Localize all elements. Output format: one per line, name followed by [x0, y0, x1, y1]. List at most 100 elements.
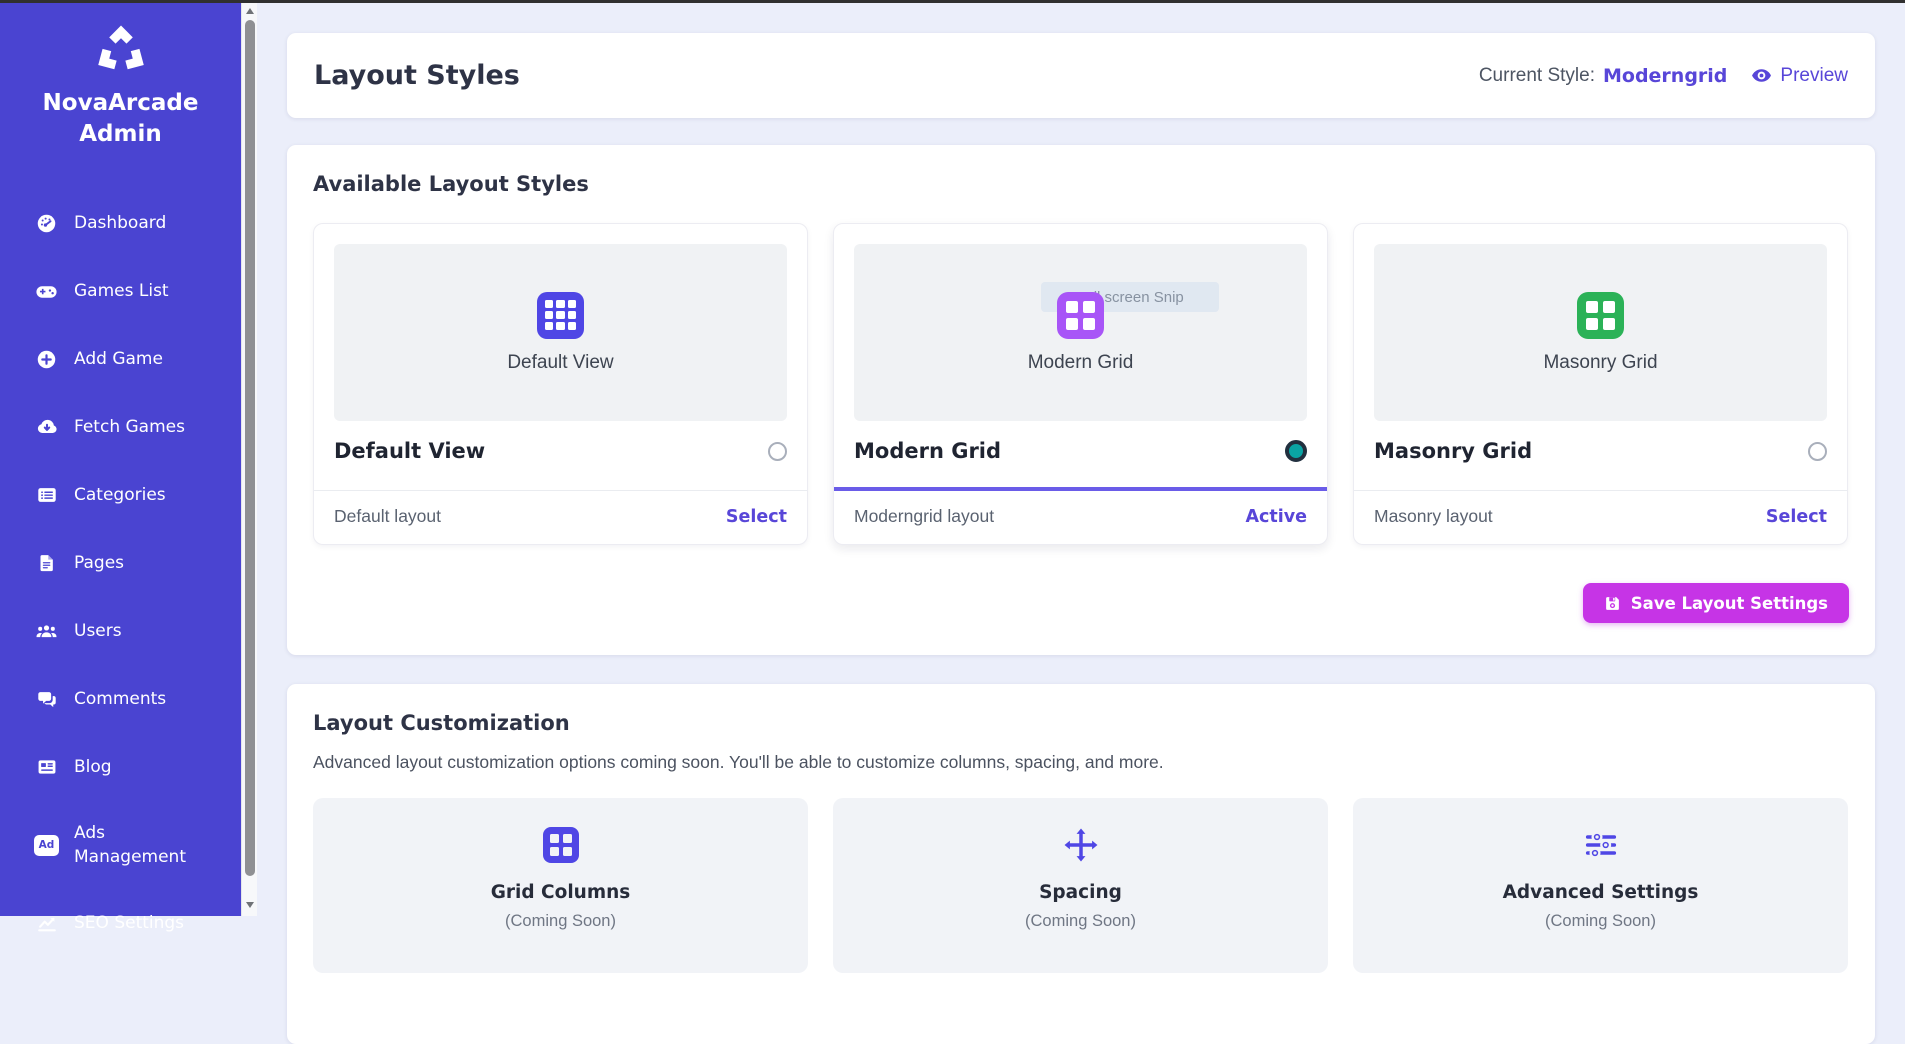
dashboard-icon: [34, 213, 59, 234]
layout-cards-row: Default View Default View Default layout…: [313, 223, 1849, 545]
layout-card-default-view[interactable]: Default View Default View Default layout…: [313, 223, 808, 545]
scrollbar-thumb[interactable]: [245, 20, 255, 876]
preview-label-text: Masonry Grid: [1543, 352, 1657, 374]
blog-newspaper-icon: [34, 756, 59, 778]
window-top-edge: [0, 0, 1905, 3]
comments-icon: [34, 688, 59, 710]
save-button-label: Save Layout Settings: [1631, 594, 1828, 613]
page-file-icon: [34, 553, 59, 573]
sidebar-item-seo-settings[interactable]: SEO Settings: [0, 889, 241, 957]
add-circle-icon: [34, 349, 59, 370]
sidebar-nav: Dashboard Games List Add Game Fetch Game…: [0, 189, 241, 957]
select-default-view-link[interactable]: Select: [726, 507, 787, 527]
ad-badge-text: Ad: [34, 835, 59, 856]
coming-card-spacing: Spacing (Coming Soon): [833, 798, 1328, 973]
sidebar-item-label: Categories: [74, 483, 166, 507]
category-list-icon: [34, 484, 59, 506]
sidebar-item-label: Dashboard: [74, 211, 166, 235]
sidebar-item-dashboard[interactable]: Dashboard: [0, 189, 241, 257]
coming-card-title: Grid Columns: [491, 882, 631, 903]
card-description: Default layout: [334, 506, 441, 527]
novaarcade-logo-icon: [90, 21, 152, 79]
sidebar-item-label: Blog: [74, 755, 112, 779]
current-style-value: Moderngrid: [1603, 65, 1727, 87]
sidebar-item-add-game[interactable]: Add Game: [0, 325, 241, 393]
sidebar-item-comments[interactable]: Comments: [0, 665, 241, 733]
card-title: Modern Grid: [854, 439, 1001, 463]
select-masonry-grid-link[interactable]: Select: [1766, 507, 1827, 527]
sidebar-scrollbar[interactable]: [241, 0, 257, 916]
sidebar-item-users[interactable]: Users: [0, 597, 241, 665]
ad-badge-icon: Ad: [34, 835, 59, 856]
sidebar-item-label: SEO Settings: [74, 911, 184, 935]
sidebar-item-fetch-games[interactable]: Fetch Games: [0, 393, 241, 461]
sidebar: NovaArcade Admin Dashboard Games List Ad…: [0, 0, 241, 916]
sidebar-item-games-list[interactable]: Games List: [0, 257, 241, 325]
card-title: Masonry Grid: [1374, 439, 1532, 463]
page-title: Layout Styles: [314, 60, 520, 91]
section-title: Available Layout Styles: [313, 172, 1849, 196]
preview-label: Preview: [1780, 65, 1848, 87]
coming-card-advanced-settings: Advanced Settings (Coming Soon): [1353, 798, 1848, 973]
preview-label-text: Default View: [507, 352, 613, 374]
down-triangle-icon: [246, 902, 254, 908]
grid-2x2-icon: [543, 825, 579, 865]
coming-soon-row: Grid Columns (Coming Soon) Spacing (Comi…: [313, 798, 1849, 973]
layout-card-masonry-grid[interactable]: Masonry Grid Masonry Grid Masonry layout…: [1353, 223, 1848, 545]
gamepad-icon: [34, 280, 59, 303]
grid-2x2-icon: [1577, 292, 1624, 339]
save-layout-settings-button[interactable]: Save Layout Settings: [1583, 583, 1849, 623]
card-footer: Masonry layout Select: [1354, 490, 1847, 544]
radio-masonry-grid[interactable]: [1808, 442, 1827, 461]
radio-modern-grid-checked[interactable]: [1285, 440, 1307, 462]
grid-3x3-icon: [537, 292, 584, 339]
users-icon: [34, 620, 59, 643]
sliders-icon: [1581, 825, 1621, 865]
coming-soon-badge: (Coming Soon): [1545, 912, 1656, 931]
coming-card-title: Advanced Settings: [1503, 882, 1699, 903]
sidebar-item-label: Games List: [74, 279, 169, 303]
customization-description: Advanced layout customization options co…: [313, 752, 1849, 773]
app-title: NovaArcade Admin: [0, 88, 241, 150]
seo-chart-icon: [34, 912, 59, 934]
available-styles-section: Available Layout Styles Default View Def…: [287, 145, 1875, 655]
sidebar-item-categories[interactable]: Categories: [0, 461, 241, 529]
eye-icon: [1751, 65, 1772, 86]
sidebar-item-pages[interactable]: Pages: [0, 529, 241, 597]
card-description: Masonry layout: [1374, 506, 1493, 527]
cloud-download-icon: [34, 416, 59, 438]
card-footer: Default layout Select: [314, 490, 807, 544]
move-arrows-icon: [1062, 825, 1100, 865]
active-modern-grid-label[interactable]: Active: [1245, 507, 1307, 527]
sidebar-item-ads-management[interactable]: Ad Ads Management: [0, 801, 241, 889]
current-style-label: Current Style:: [1479, 65, 1595, 87]
coming-soon-badge: (Coming Soon): [505, 912, 616, 931]
scrollbar-down-arrow[interactable]: [242, 898, 258, 912]
card-description: Moderngrid layout: [854, 506, 994, 527]
coming-soon-badge: (Coming Soon): [1025, 912, 1136, 931]
page-header: Layout Styles Current Style: Moderngrid …: [287, 33, 1875, 118]
sidebar-item-blog[interactable]: Blog: [0, 733, 241, 801]
radio-default-view[interactable]: [768, 442, 787, 461]
up-triangle-icon: [246, 8, 254, 14]
layout-card-modern-grid[interactable]: Full screen Snip Modern Grid Modern Grid…: [833, 223, 1328, 545]
scrollbar-up-arrow[interactable]: [242, 4, 258, 18]
grid-2x2-icon: [1057, 292, 1104, 339]
section-title: Layout Customization: [313, 711, 1849, 735]
header-right: Current Style: Moderngrid Preview: [1479, 65, 1848, 87]
preview-button[interactable]: Preview: [1751, 65, 1848, 87]
layout-customization-section: Layout Customization Advanced layout cus…: [287, 684, 1875, 1044]
card-title: Default View: [334, 439, 485, 463]
coming-card-title: Spacing: [1039, 882, 1122, 903]
layout-preview-modern: Full screen Snip Modern Grid: [854, 244, 1307, 421]
sidebar-item-label: Pages: [74, 551, 124, 575]
sidebar-item-label: Comments: [74, 687, 166, 711]
sidebar-item-label: Add Game: [74, 347, 163, 371]
sidebar-item-label: Users: [74, 619, 122, 643]
layout-preview-default: Default View: [334, 244, 787, 421]
sidebar-item-label: Ads Management: [74, 821, 194, 869]
preview-label-text: Modern Grid: [1028, 352, 1134, 374]
sidebar-item-label: Fetch Games: [74, 415, 185, 439]
coming-card-grid-columns: Grid Columns (Coming Soon): [313, 798, 808, 973]
card-footer-active: Moderngrid layout Active: [834, 487, 1327, 544]
